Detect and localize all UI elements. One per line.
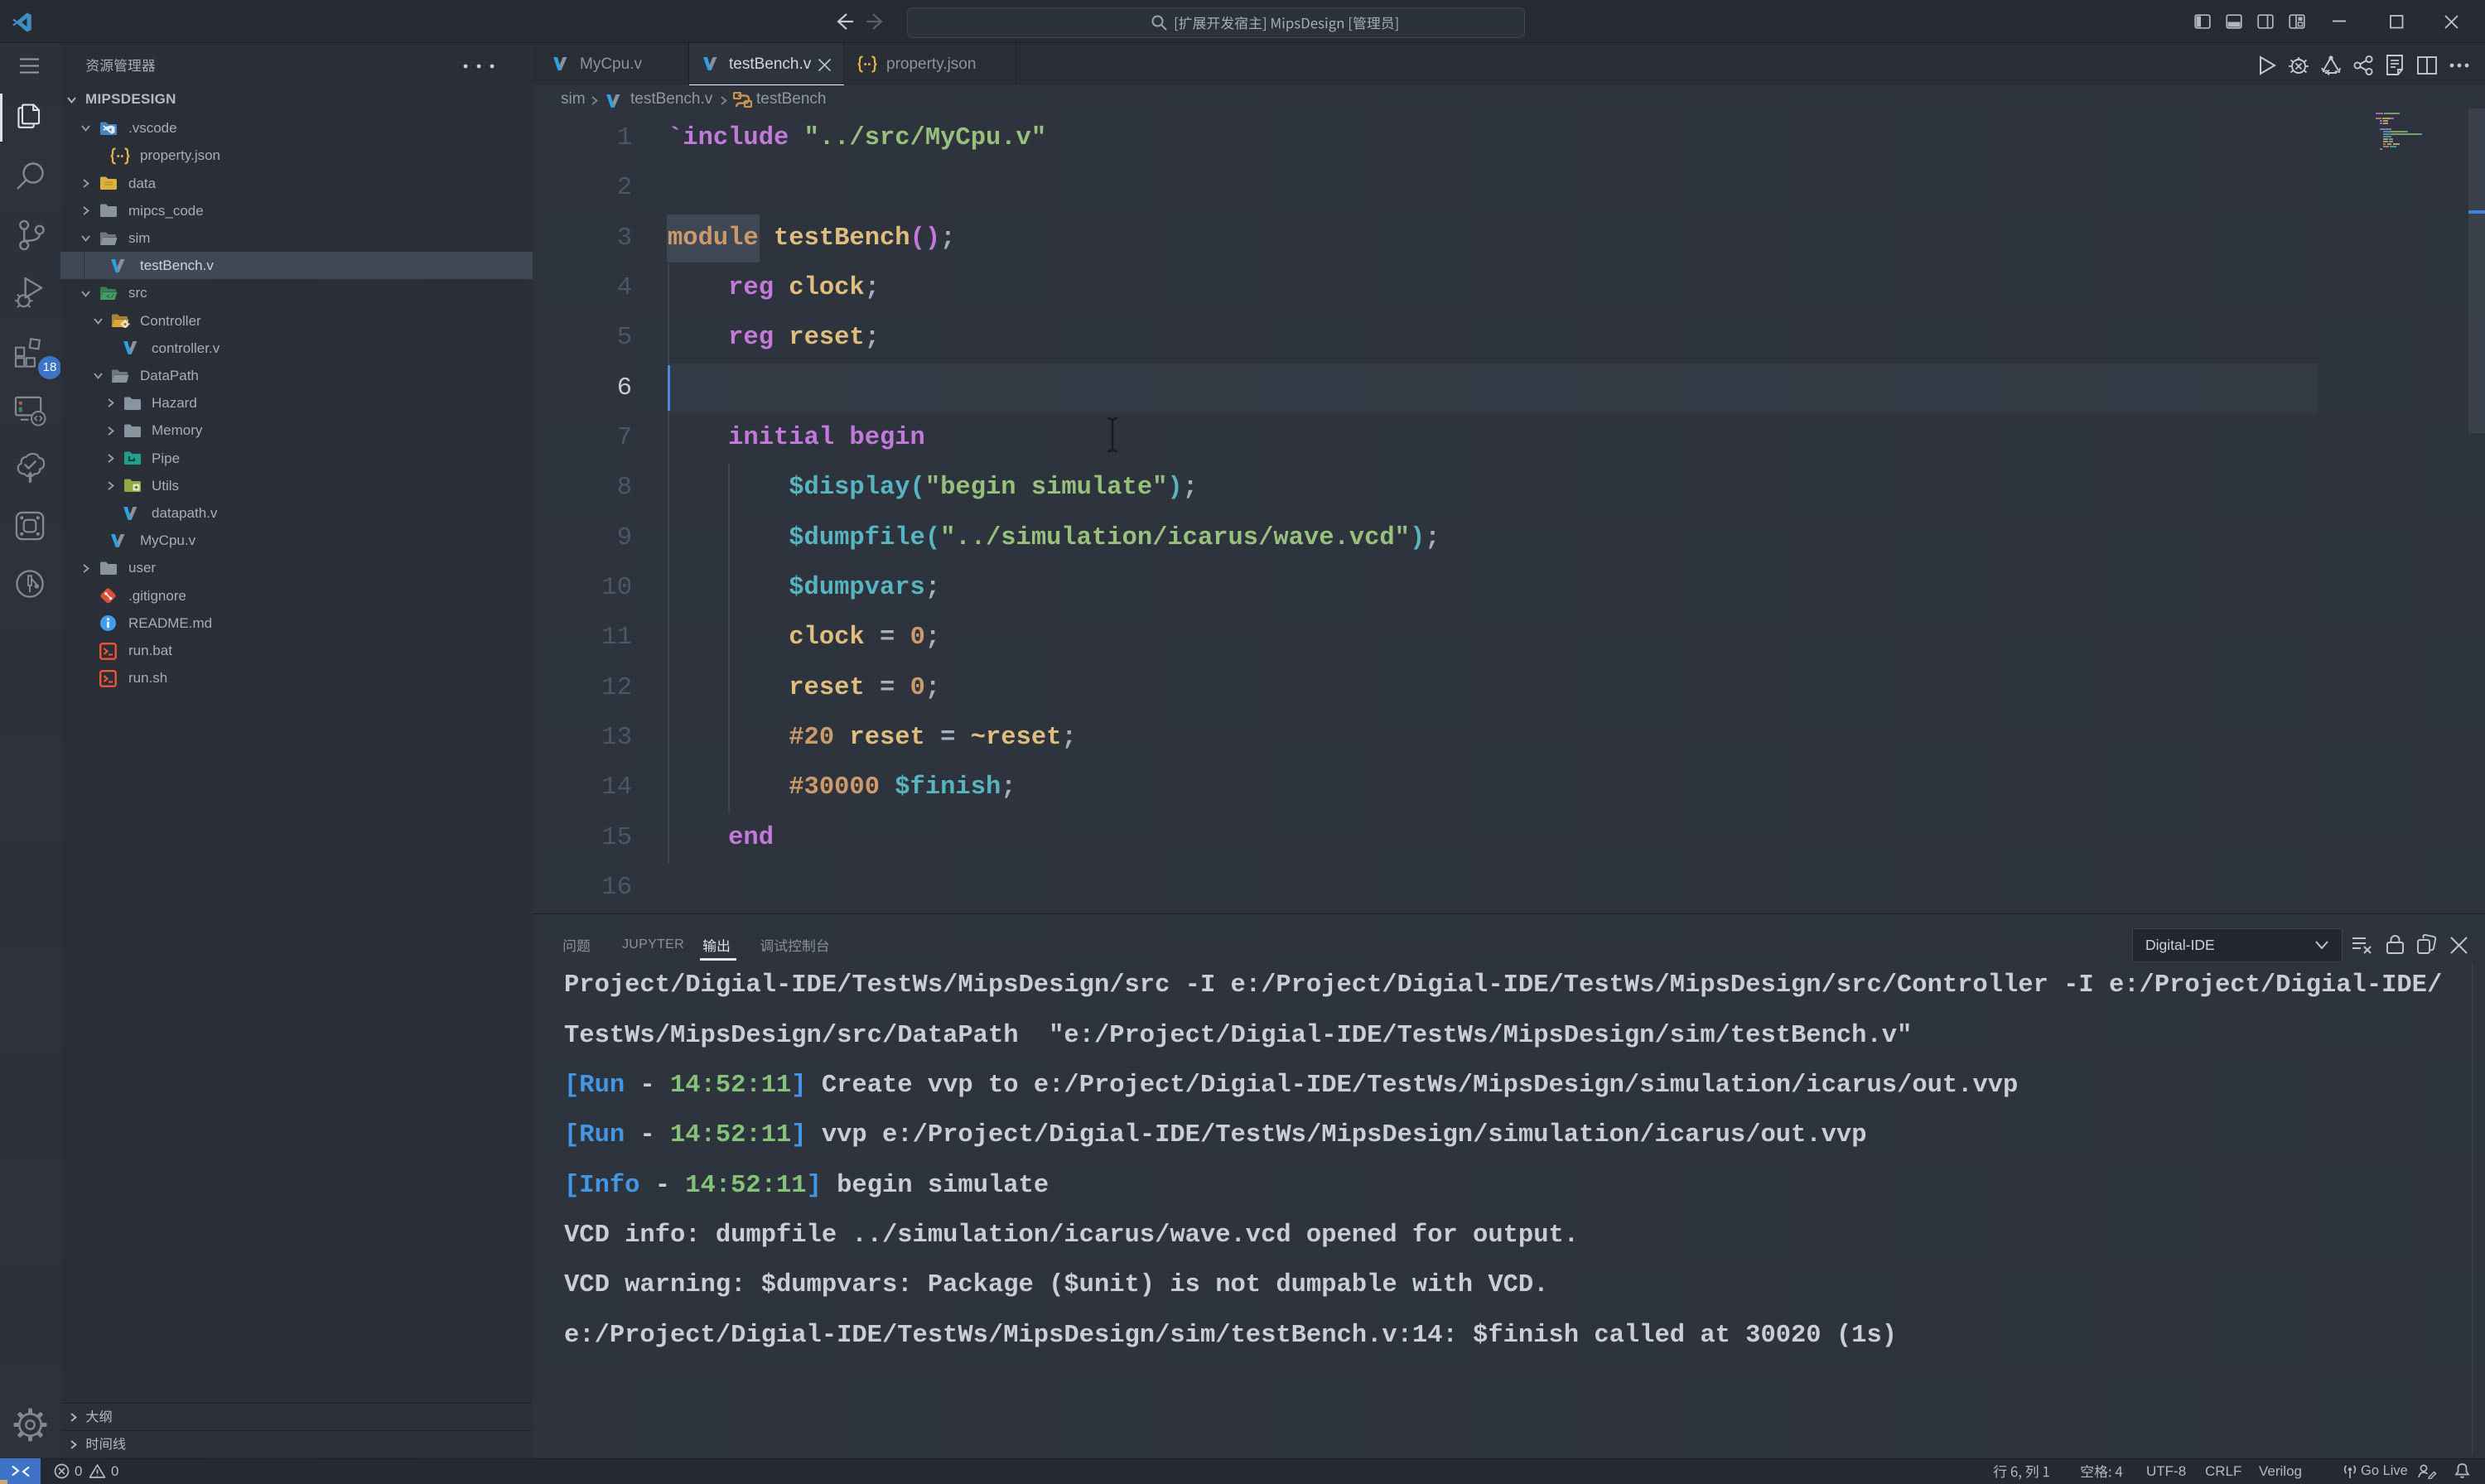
svg-text:</>: </> [106,293,118,301]
